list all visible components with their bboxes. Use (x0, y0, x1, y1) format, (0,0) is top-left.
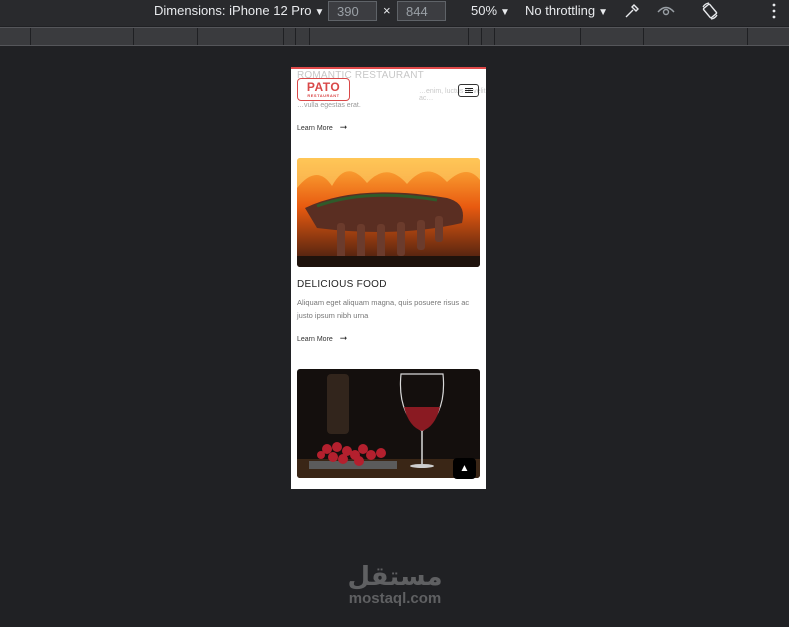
vision-icon[interactable] (656, 2, 676, 28)
dimensions-label: Dimensions: iPhone 12 Pro (154, 3, 312, 18)
double-chevron-up-icon: ▲ (459, 463, 470, 474)
ruler-divider (30, 28, 31, 45)
logo-sub: RESTAURANT (307, 93, 340, 98)
eyedropper-icon[interactable] (623, 2, 641, 28)
ruler-divider (580, 28, 581, 45)
ruler-divider (643, 28, 644, 45)
zoom-dropdown[interactable]: 50% ▼ (471, 0, 510, 26)
arrow-right-icon: ➞ (339, 333, 348, 343)
ruler-divider (133, 28, 134, 45)
chevron-down-icon: ▼ (500, 7, 510, 18)
ruler-divider (283, 28, 284, 45)
learn-more-label: Learn More (297, 125, 333, 132)
chevron-down-icon: ▼ (598, 7, 608, 18)
scroll-to-top-button[interactable]: ▲ (453, 458, 476, 479)
learn-more-link[interactable]: Learn More ➞ (297, 122, 347, 133)
more-vert-icon[interactable] (771, 2, 777, 28)
throttling-dropdown[interactable]: No throttling ▼ (525, 0, 608, 26)
menu-icon (465, 88, 473, 89)
ruler-divider (481, 28, 482, 45)
card-title: DELICIOUS FOOD (297, 279, 387, 290)
learn-more-link[interactable]: Learn More ➞ (297, 333, 347, 344)
device-viewport: ROMANTIC RESTAURANT …enim, luctus ut vel… (291, 67, 486, 489)
watermark-arabic: مستقل (347, 562, 443, 592)
devtools-toolbar: Dimensions: iPhone 12 Pro ▼ 390 × 844 50%… (0, 0, 789, 26)
ruler-divider (309, 28, 310, 45)
zoom-label: 50% (471, 3, 498, 18)
media-query-ruler[interactable] (0, 27, 789, 46)
ruler-divider (468, 28, 469, 45)
logo-main: PATO (306, 80, 341, 94)
watermark: مستقل mostaql.com (300, 562, 490, 606)
dimensions-dropdown[interactable]: Dimensions: iPhone 12 Pro ▼ (154, 0, 324, 26)
ruler-divider (197, 28, 198, 45)
arrow-right-icon: ➞ (339, 122, 348, 132)
hamburger-menu-button[interactable] (458, 84, 479, 97)
site-header: ROMANTIC RESTAURANT …enim, luctus ut vel… (291, 67, 486, 109)
height-input[interactable]: 844 (397, 1, 446, 21)
ruler-divider (747, 28, 748, 45)
throttling-label: No throttling (525, 3, 596, 18)
rotate-icon[interactable] (700, 1, 720, 27)
times-symbol: × (383, 3, 391, 18)
chevron-down-icon: ▼ (314, 7, 325, 18)
food-image (297, 158, 480, 267)
site-logo[interactable]: PATO RESTAURANT (297, 78, 350, 101)
ruler-divider (295, 28, 296, 45)
card-desc-faded: …vulla egestas erat. (297, 102, 361, 109)
ruler-divider (494, 28, 495, 45)
learn-more-label: Learn More (297, 336, 333, 343)
width-input[interactable]: 390 (328, 1, 377, 21)
watermark-latin: mostaql.com (348, 590, 442, 607)
card-description: Aliquam eget aliquam magna, quis posuere… (297, 298, 470, 320)
